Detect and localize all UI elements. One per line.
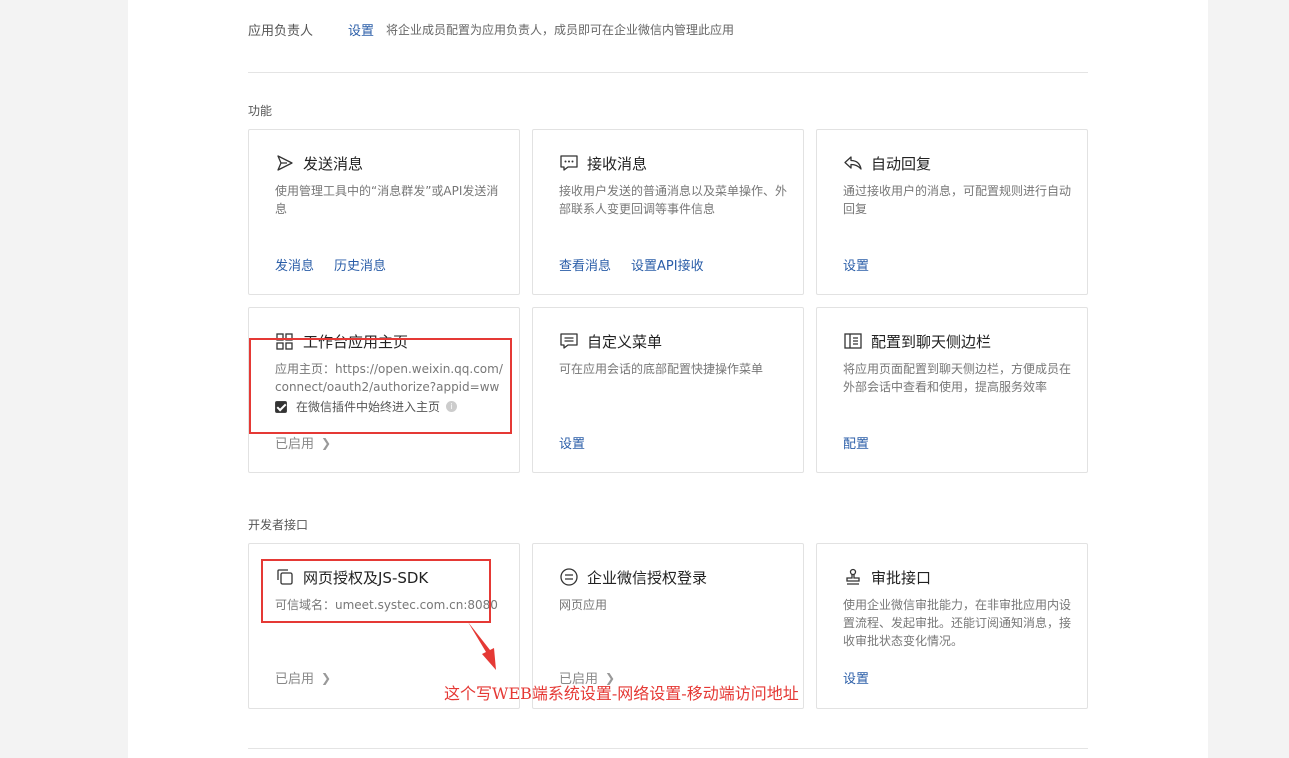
card-receive-message: 接收消息 接收用户发送的普通消息以及菜单操作、外部联系人变更回调等事件信息 查看…	[532, 129, 804, 295]
chevron-right-icon: ❯	[321, 435, 332, 450]
menu-settings-link[interactable]: 设置	[559, 433, 585, 452]
message-history-link[interactable]: 历史消息	[334, 255, 386, 274]
homepage-status[interactable]: 已启用 ❯	[275, 433, 332, 453]
chat-icon	[560, 155, 578, 171]
auto-reply-settings-link[interactable]: 设置	[843, 255, 869, 274]
card-title: 自定义菜单	[587, 332, 663, 351]
sidebar-config-link[interactable]: 配置	[843, 433, 869, 452]
card-desc: 通过接收用户的消息，可配置规则进行自动回复	[843, 184, 1072, 216]
send-message-link[interactable]: 发消息	[275, 255, 314, 274]
app-owner-row: 应用负责人 设置 将企业成员配置为应用负责人，成员即可在企业微信内管理此应用	[248, 18, 734, 40]
api-receive-link[interactable]: 设置API接收	[631, 255, 704, 274]
card-desc: 网页应用	[559, 598, 608, 612]
card-title: 发送消息	[303, 154, 364, 173]
card-desc: 使用企业微信审批能力，在非审批应用内设置流程、发起审批。还能订阅通知消息，接收审…	[843, 598, 1072, 648]
card-auto-reply: 自动回复 通过接收用户的消息，可配置规则进行自动回复 设置	[816, 129, 1088, 295]
divider	[248, 72, 1088, 73]
view-messages-link[interactable]: 查看消息	[559, 255, 611, 274]
annotation-highlight-box	[261, 559, 491, 623]
status-label: 已启用	[275, 672, 315, 687]
card-title: 配置到聊天侧边栏	[871, 332, 992, 351]
annotation-text: 这个写WEB端系统设置-网络设置-移动端访问地址	[444, 684, 799, 703]
reply-icon	[844, 156, 862, 170]
section-title-features: 功能	[248, 104, 273, 118]
card-title: 接收消息	[587, 154, 648, 173]
status-label: 已启用	[275, 437, 315, 452]
card-chat-sidebar: 配置到聊天侧边栏 将应用页面配置到聊天侧边栏，方便成员在外部会话中查看和使用，提…	[816, 307, 1088, 473]
stamp-icon	[846, 568, 860, 585]
card-desc: 接收用户发送的普通消息以及菜单操作、外部联系人变更回调等事件信息	[559, 184, 788, 216]
card-desc: 将应用页面配置到聊天侧边栏，方便成员在外部会话中查看和使用，提高服务效率	[843, 362, 1072, 394]
login-icon	[560, 568, 578, 586]
divider	[248, 748, 1088, 749]
section-title-developer: 开发者接口	[248, 518, 309, 532]
card-custom-menu: 自定义菜单 可在应用会话的底部配置快捷操作菜单 设置	[532, 307, 804, 473]
chevron-right-icon: ❯	[321, 670, 332, 685]
approval-settings-link[interactable]: 设置	[843, 668, 869, 687]
card-title: 自动回复	[871, 154, 932, 173]
owner-desc: 将企业成员配置为应用负责人，成员即可在企业微信内管理此应用	[386, 22, 735, 37]
card-title: 企业微信授权登录	[587, 568, 708, 587]
owner-label: 应用负责人	[248, 23, 314, 39]
card-title: 审批接口	[871, 568, 932, 587]
card-desc: 使用管理工具中的“消息群发”或API发送消息	[275, 184, 499, 216]
menu-icon	[560, 333, 578, 349]
card-approval-api: 审批接口 使用企业微信审批能力，在非审批应用内设置流程、发起审批。还能订阅通知消…	[816, 543, 1088, 709]
send-icon	[277, 155, 293, 171]
oauth-status[interactable]: 已启用 ❯	[275, 668, 332, 688]
card-desc: 可在应用会话的底部配置快捷操作菜单	[559, 362, 764, 376]
owner-set-link[interactable]: 设置	[348, 20, 374, 39]
arrow-icon	[468, 622, 496, 670]
annotation-highlight-box	[249, 338, 512, 434]
sidebar-icon	[844, 333, 862, 349]
card-send-message: 发送消息 使用管理工具中的“消息群发”或API发送消息 发消息 历史消息	[248, 129, 520, 295]
